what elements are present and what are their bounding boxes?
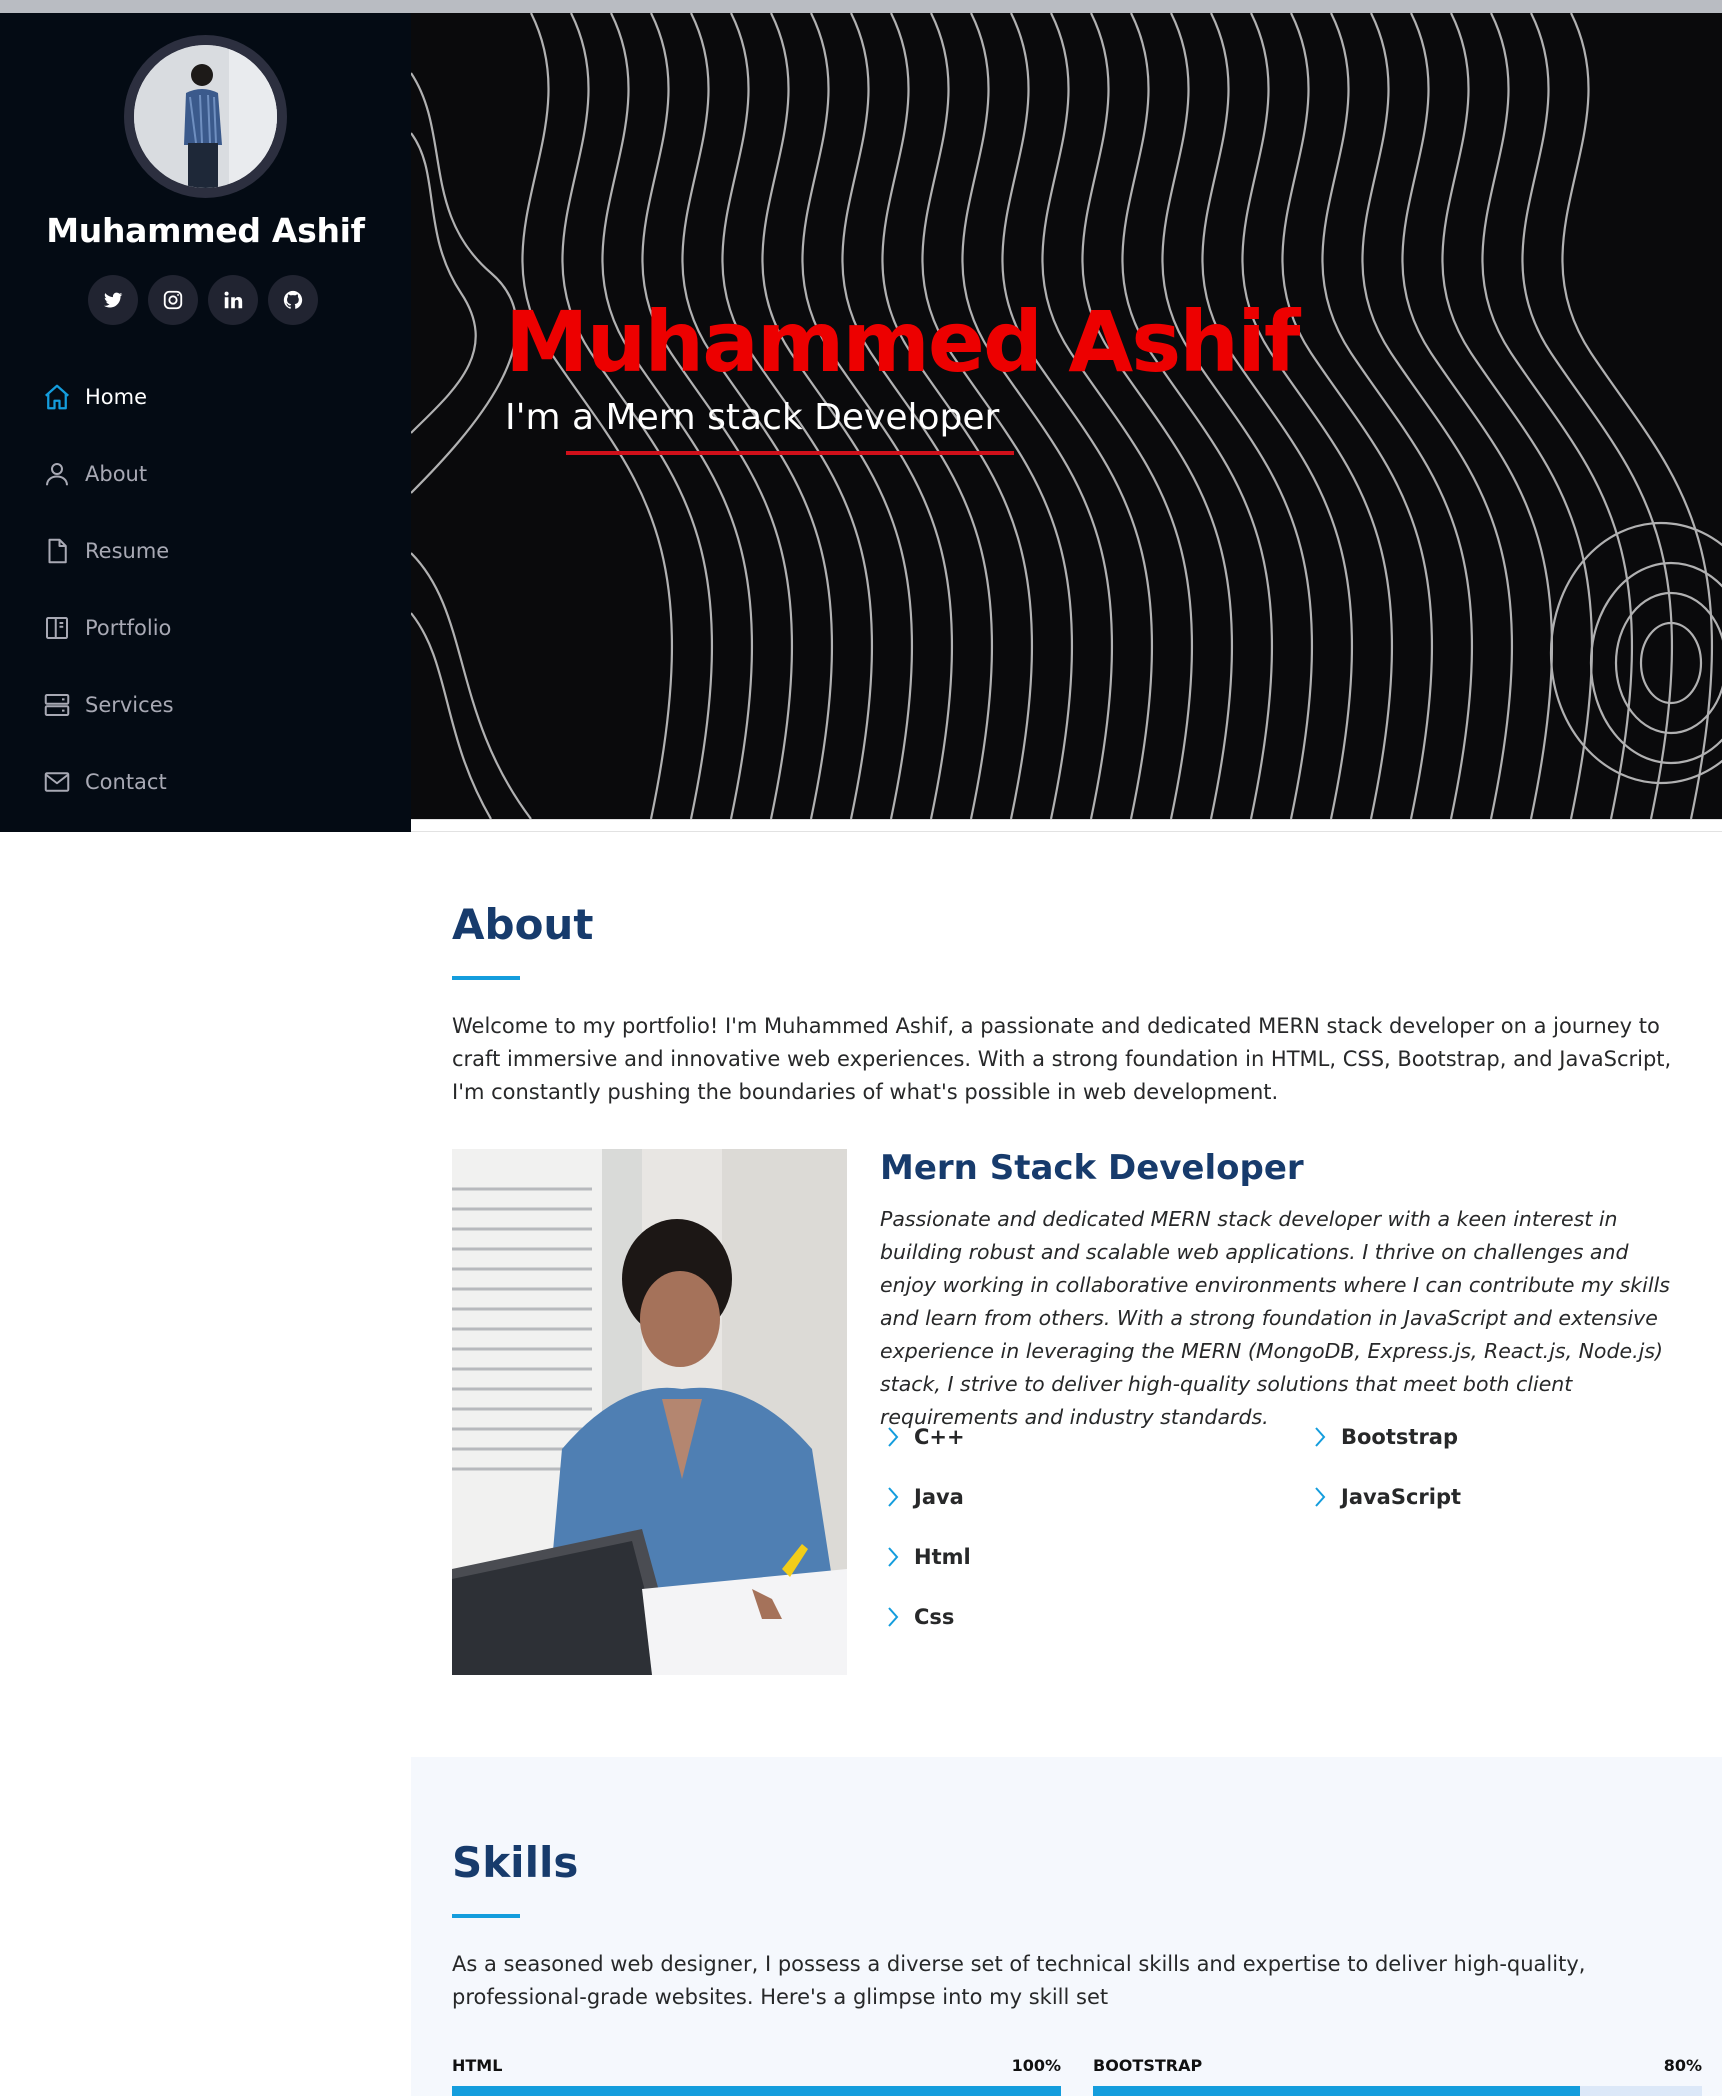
- skills-section: [411, 1757, 1722, 2096]
- nav-portfolio-label: Portfolio: [85, 616, 172, 640]
- skill-bar-track: [1093, 2086, 1702, 2096]
- skill-bar-track: [452, 2086, 1061, 2096]
- chevron-right-icon: [880, 1424, 906, 1450]
- home-icon: [40, 380, 74, 414]
- skill-label: Bootstrap: [1341, 1425, 1458, 1449]
- instagram-icon[interactable]: [148, 275, 198, 325]
- about-intro: Welcome to my portfolio! I'm Muhammed As…: [452, 1014, 1672, 1104]
- hero-section: Muhammed Ashif I'm a Mern stack Develope…: [411, 13, 1722, 819]
- skill-bar-value: 100%: [1011, 2056, 1061, 2075]
- server-icon: [40, 688, 74, 722]
- skill-bar-fill: [452, 2086, 1061, 2096]
- chevron-right-icon: [880, 1484, 906, 1510]
- user-icon: [40, 457, 74, 491]
- nav-about[interactable]: About: [40, 454, 147, 494]
- skill-item: Css: [880, 1600, 954, 1634]
- skill-bar-label: BOOTSTRAP: [1093, 2056, 1203, 2075]
- hero-subtitle: I'm a Mern stack Developer: [505, 397, 1000, 438]
- skill-bar-fill: [1093, 2086, 1581, 2096]
- skill-bar-label: HTML: [452, 2056, 503, 2075]
- nav-services-label: Services: [85, 693, 174, 717]
- role-title: Mern Stack Developer: [880, 1148, 1304, 1188]
- typed-underline: [566, 451, 1014, 455]
- nav-contact[interactable]: Contact: [40, 762, 167, 802]
- sidebar-name: Muhammed Ashif: [46, 211, 365, 250]
- skills-title-rule: [452, 1914, 520, 1918]
- nav-home[interactable]: Home: [40, 377, 147, 417]
- skill-label: JavaScript: [1341, 1485, 1462, 1509]
- file-icon: [40, 534, 74, 568]
- skill-label: C++: [914, 1425, 965, 1449]
- chevron-right-icon: [880, 1604, 906, 1630]
- skills-intro: As a seasoned web designer, I possess a …: [452, 1952, 1586, 2009]
- skill-item: C++: [880, 1420, 965, 1454]
- linkedin-icon[interactable]: [208, 275, 258, 325]
- nav-resume-label: Resume: [85, 539, 170, 563]
- chevron-right-icon: [1307, 1424, 1333, 1450]
- skill-item: Bootstrap: [1307, 1420, 1458, 1454]
- skill-item: JavaScript: [1307, 1480, 1461, 1514]
- about-photo: [452, 1149, 847, 1675]
- skills-title: Skills: [452, 1838, 579, 1887]
- nav-about-label: About: [85, 462, 148, 486]
- avatar: [124, 35, 287, 198]
- chevron-right-icon: [1307, 1484, 1333, 1510]
- browser-top-strip: [0, 0, 1722, 13]
- github-icon[interactable]: [268, 275, 318, 325]
- skill-label: Html: [914, 1545, 971, 1569]
- about-title-rule: [452, 976, 520, 980]
- about-title: About: [452, 900, 594, 949]
- book-icon: [40, 611, 74, 645]
- twitter-icon[interactable]: [88, 275, 138, 325]
- chevron-right-icon: [880, 1544, 906, 1570]
- nav-home-label: Home: [85, 385, 148, 409]
- skill-item: Html: [880, 1540, 971, 1574]
- nav-resume[interactable]: Resume: [40, 531, 169, 571]
- hero-title: Muhammed Ashif: [505, 293, 1300, 391]
- skill-item: Java: [880, 1480, 964, 1514]
- nav-portfolio[interactable]: Portfolio: [40, 608, 171, 648]
- skill-label: Java: [914, 1485, 964, 1509]
- nav-contact-label: Contact: [85, 770, 167, 794]
- nav-services[interactable]: Services: [40, 685, 174, 725]
- envelope-icon: [40, 765, 74, 799]
- skill-bar-value: 80%: [1663, 2056, 1702, 2075]
- skill-label: Css: [914, 1605, 955, 1629]
- hero-divider: [411, 819, 1722, 832]
- role-description: Passionate and dedicated MERN stack deve…: [880, 1207, 1670, 1429]
- profile-photo: [134, 45, 277, 188]
- sidebar: Muhammed Ashif Home About Resume Portfol…: [0, 13, 411, 832]
